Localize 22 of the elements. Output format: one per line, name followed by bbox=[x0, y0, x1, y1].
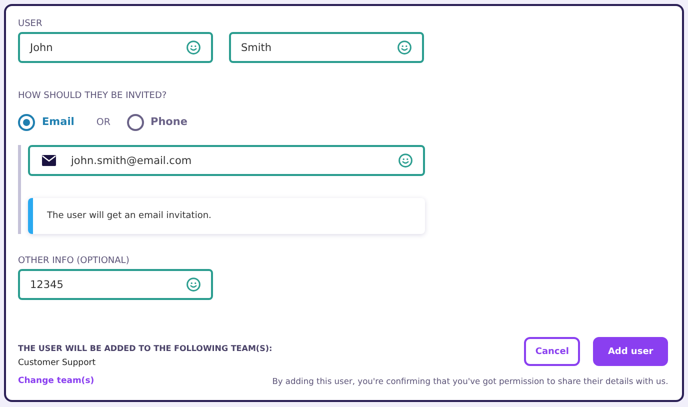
teams-heading: THE USER WILL BE ADDED TO THE FOLLOWING TEAM(S): bbox=[18, 344, 272, 353]
envelope-icon bbox=[42, 155, 56, 166]
change-teams-link[interactable]: Change team(s) bbox=[18, 376, 272, 386]
section-label: USER bbox=[18, 19, 44, 29]
info-notice: The user will get an email invitation. bbox=[28, 198, 425, 234]
cancel-button[interactable]: Cancel bbox=[524, 337, 580, 366]
section-label: OTHER INFO (OPTIONAL) bbox=[18, 256, 130, 266]
email-field[interactable]: john.smith@email.com bbox=[28, 145, 425, 176]
other-info-field[interactable]: 12345 bbox=[18, 269, 213, 300]
smiley-icon bbox=[186, 277, 201, 292]
smiley-icon bbox=[186, 40, 201, 55]
smiley-icon bbox=[398, 153, 413, 168]
name-field[interactable]: John bbox=[18, 32, 213, 63]
team-name: Customer Support bbox=[18, 358, 97, 368]
smiley-icon bbox=[397, 40, 412, 55]
disclaimer-text: By adding this user, you're confirming that you've got permission to share their details with us. bbox=[272, 376, 668, 386]
add-user-button[interactable]: Add user bbox=[592, 337, 668, 366]
radio-option[interactable]: Phone bbox=[126, 114, 188, 130]
radio-option[interactable]: Email bbox=[18, 114, 74, 130]
section-label: HOW SHOULD THEY BE INVITED? bbox=[18, 91, 168, 101]
separator-text: OR bbox=[96, 116, 110, 128]
name-field[interactable]: Smith bbox=[229, 32, 424, 63]
